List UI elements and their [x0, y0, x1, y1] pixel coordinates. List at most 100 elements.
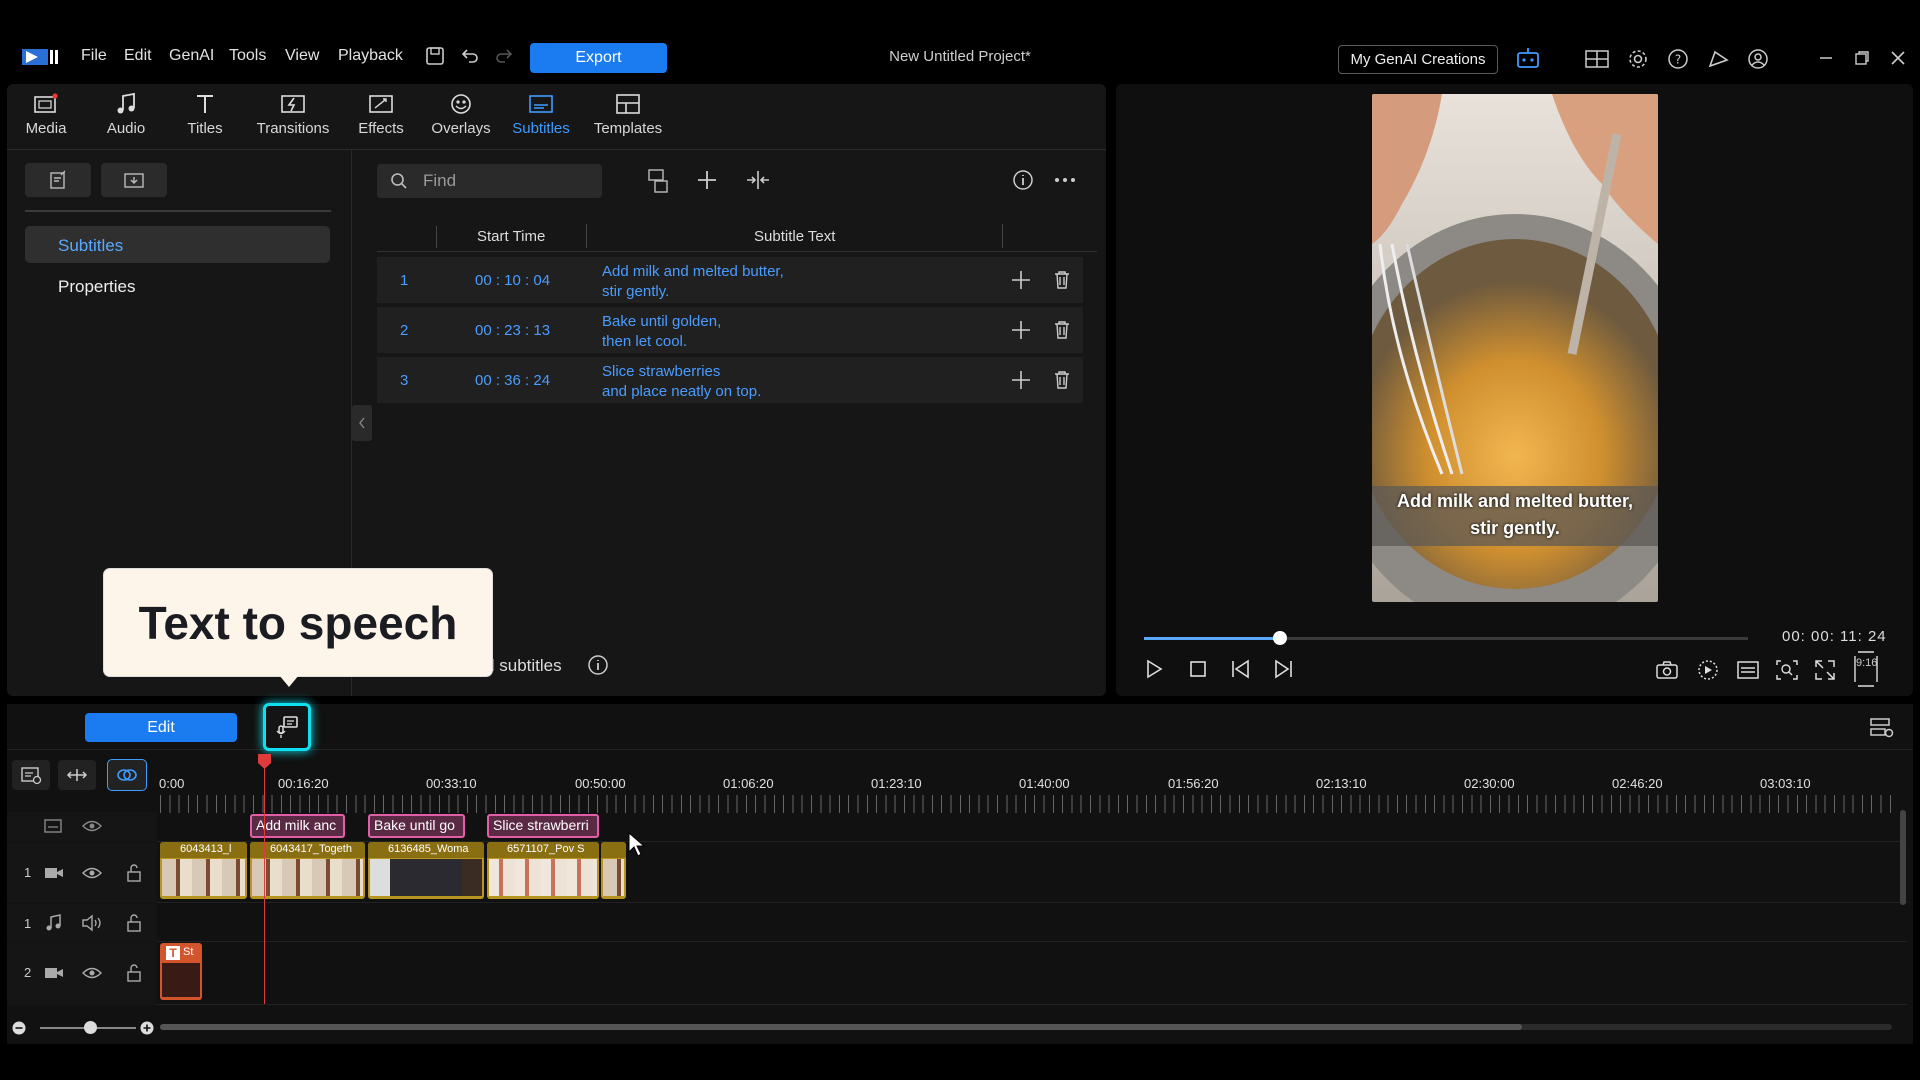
row-subtitle-text[interactable]: Add milk and melted butter, stir gently. [602, 262, 784, 302]
video-clip[interactable]: 6136485_Woma [368, 842, 484, 899]
tab-effects[interactable]: Effects [339, 92, 423, 137]
restore-icon[interactable] [1854, 50, 1870, 66]
video-clip[interactable]: 6043417_Togeth [250, 842, 365, 899]
ruler-tick-label: 00:33:10 [426, 776, 477, 791]
video-clip[interactable] [601, 842, 626, 899]
unlock-icon[interactable] [125, 963, 143, 983]
tab-audio[interactable]: Audio [84, 92, 168, 137]
eye-icon[interactable] [81, 865, 103, 881]
zoom-slider-handle[interactable] [84, 1021, 97, 1034]
collapse-sidebar-button[interactable] [352, 405, 372, 441]
timeline-vertical-scrollbar[interactable] [1900, 810, 1906, 905]
preview-quality-icon[interactable] [1696, 658, 1720, 682]
title-clip[interactable]: T St [160, 943, 202, 1000]
video-camera-icon [43, 965, 65, 981]
row-start-time[interactable]: 00 : 23 : 13 [475, 322, 550, 339]
trash-icon[interactable] [1053, 370, 1071, 390]
subtitle-row[interactable]: 1 00 : 10 : 04 Add milk and melted butte… [377, 257, 1083, 303]
account-icon[interactable] [1747, 48, 1769, 70]
eye-icon[interactable] [81, 965, 103, 981]
track-manager-button[interactable] [12, 760, 50, 790]
playhead-line[interactable] [264, 754, 265, 1004]
menu-tools[interactable]: Tools [229, 47, 266, 65]
zoom-preview-icon[interactable] [1775, 659, 1799, 681]
speaker-icon[interactable] [81, 914, 103, 932]
genai-creations-button[interactable]: My GenAI Creations [1338, 45, 1498, 74]
save-icon[interactable] [425, 46, 445, 66]
stop-icon[interactable] [1188, 659, 1208, 679]
timeline-settings-icon[interactable] [1869, 716, 1895, 740]
close-icon[interactable] [1890, 50, 1906, 66]
minimize-icon[interactable] [1818, 50, 1834, 66]
row-subtitle-text[interactable]: Bake until golden, then let cool. [602, 312, 721, 352]
sidebar-item-properties[interactable]: Properties [58, 277, 135, 297]
menu-file[interactable]: File [81, 47, 107, 65]
tab-transitions[interactable]: Transitions [251, 92, 335, 137]
previous-frame-icon[interactable] [1230, 658, 1254, 680]
menu-playback[interactable]: Playback [338, 47, 403, 65]
unlock-icon[interactable] [125, 863, 143, 883]
row-start-time[interactable]: 00 : 36 : 24 [475, 372, 550, 389]
insert-row-icon[interactable] [1011, 270, 1031, 290]
tab-subtitles[interactable]: Subtitles [499, 92, 583, 137]
snapshot-camera-icon[interactable] [1655, 660, 1679, 680]
subtitle-track-header [7, 812, 157, 842]
sidebar-item-subtitles[interactable]: Subtitles [25, 226, 330, 263]
insert-row-icon[interactable] [1011, 370, 1031, 390]
import-subtitles-button[interactable] [25, 163, 91, 197]
aspect-ratio-icon[interactable] [1853, 650, 1879, 688]
subtitle-row[interactable]: 2 00 : 23 : 13 Bake until golden, then le… [377, 307, 1083, 353]
ruler-tick-label: 01:23:10 [871, 776, 922, 791]
subtitle-row[interactable]: 3 00 : 36 : 24 Slice strawberries and pla… [377, 357, 1083, 403]
video-clip[interactable]: 6571107_Pov S [487, 842, 599, 899]
trash-icon[interactable] [1053, 270, 1071, 290]
row-subtitle-text[interactable]: Slice strawberries and place neatly on to… [602, 362, 761, 402]
menu-view[interactable]: View [285, 47, 319, 65]
tab-templates[interactable]: Templates [586, 92, 670, 137]
speech-to-text-icon[interactable] [646, 168, 670, 194]
timeline-ruler[interactable] [160, 795, 1892, 813]
menu-genai[interactable]: GenAI [169, 47, 214, 65]
magnetic-link-button[interactable] [107, 759, 147, 791]
more-options-icon[interactable] [1054, 176, 1076, 184]
zoom-in-icon[interactable] [139, 1020, 155, 1036]
edit-button[interactable]: Edit [85, 713, 237, 742]
unlock-icon[interactable] [125, 913, 143, 933]
trash-icon[interactable] [1053, 320, 1071, 340]
fullscreen-icon[interactable] [1814, 659, 1836, 681]
subtitle-clip[interactable]: Slice strawberri [487, 814, 599, 838]
tab-overlays[interactable]: Overlays [419, 92, 503, 137]
menu-edit[interactable]: Edit [124, 47, 152, 65]
tab-titles[interactable]: Titles [163, 92, 247, 137]
scrubber-handle[interactable] [1272, 631, 1287, 645]
video-clip[interactable]: 6043413_l [160, 842, 247, 899]
add-subtitle-icon[interactable] [696, 169, 718, 191]
row-start-time[interactable]: 00 : 10 : 04 [475, 272, 550, 289]
text-to-speech-button[interactable] [263, 703, 311, 751]
clip-thumbnail [162, 963, 200, 997]
subtitle-clip[interactable]: Bake until go [368, 814, 465, 838]
info-icon[interactable] [587, 654, 609, 676]
export-button[interactable]: Export [530, 43, 667, 73]
info-icon[interactable] [1012, 169, 1034, 191]
tab-media[interactable]: Media [4, 92, 88, 137]
next-frame-icon[interactable] [1270, 658, 1294, 680]
fit-timeline-button[interactable] [58, 760, 96, 790]
help-icon[interactable]: ? [1667, 48, 1689, 70]
play-icon[interactable] [1144, 658, 1164, 680]
undo-icon[interactable] [460, 47, 480, 65]
redo-icon[interactable] [494, 47, 514, 65]
eye-icon[interactable] [81, 818, 103, 834]
video-editor-window: File Edit GenAI Tools View Playback Expo… [0, 0, 1920, 1080]
layout-icon[interactable] [1585, 49, 1609, 69]
subtitle-toggle-icon[interactable] [1736, 660, 1760, 680]
settings-gear-icon[interactable] [1627, 48, 1649, 70]
scrollbar-thumb[interactable] [160, 1024, 1522, 1030]
zoom-out-icon[interactable] [11, 1020, 27, 1036]
ai-assistant-icon[interactable] [1516, 47, 1540, 69]
insert-row-icon[interactable] [1011, 320, 1031, 340]
find-input[interactable]: Find [377, 164, 602, 198]
feedback-icon[interactable] [1707, 48, 1731, 70]
merge-subtitles-icon[interactable] [745, 169, 771, 191]
export-subtitles-button[interactable] [101, 163, 167, 197]
